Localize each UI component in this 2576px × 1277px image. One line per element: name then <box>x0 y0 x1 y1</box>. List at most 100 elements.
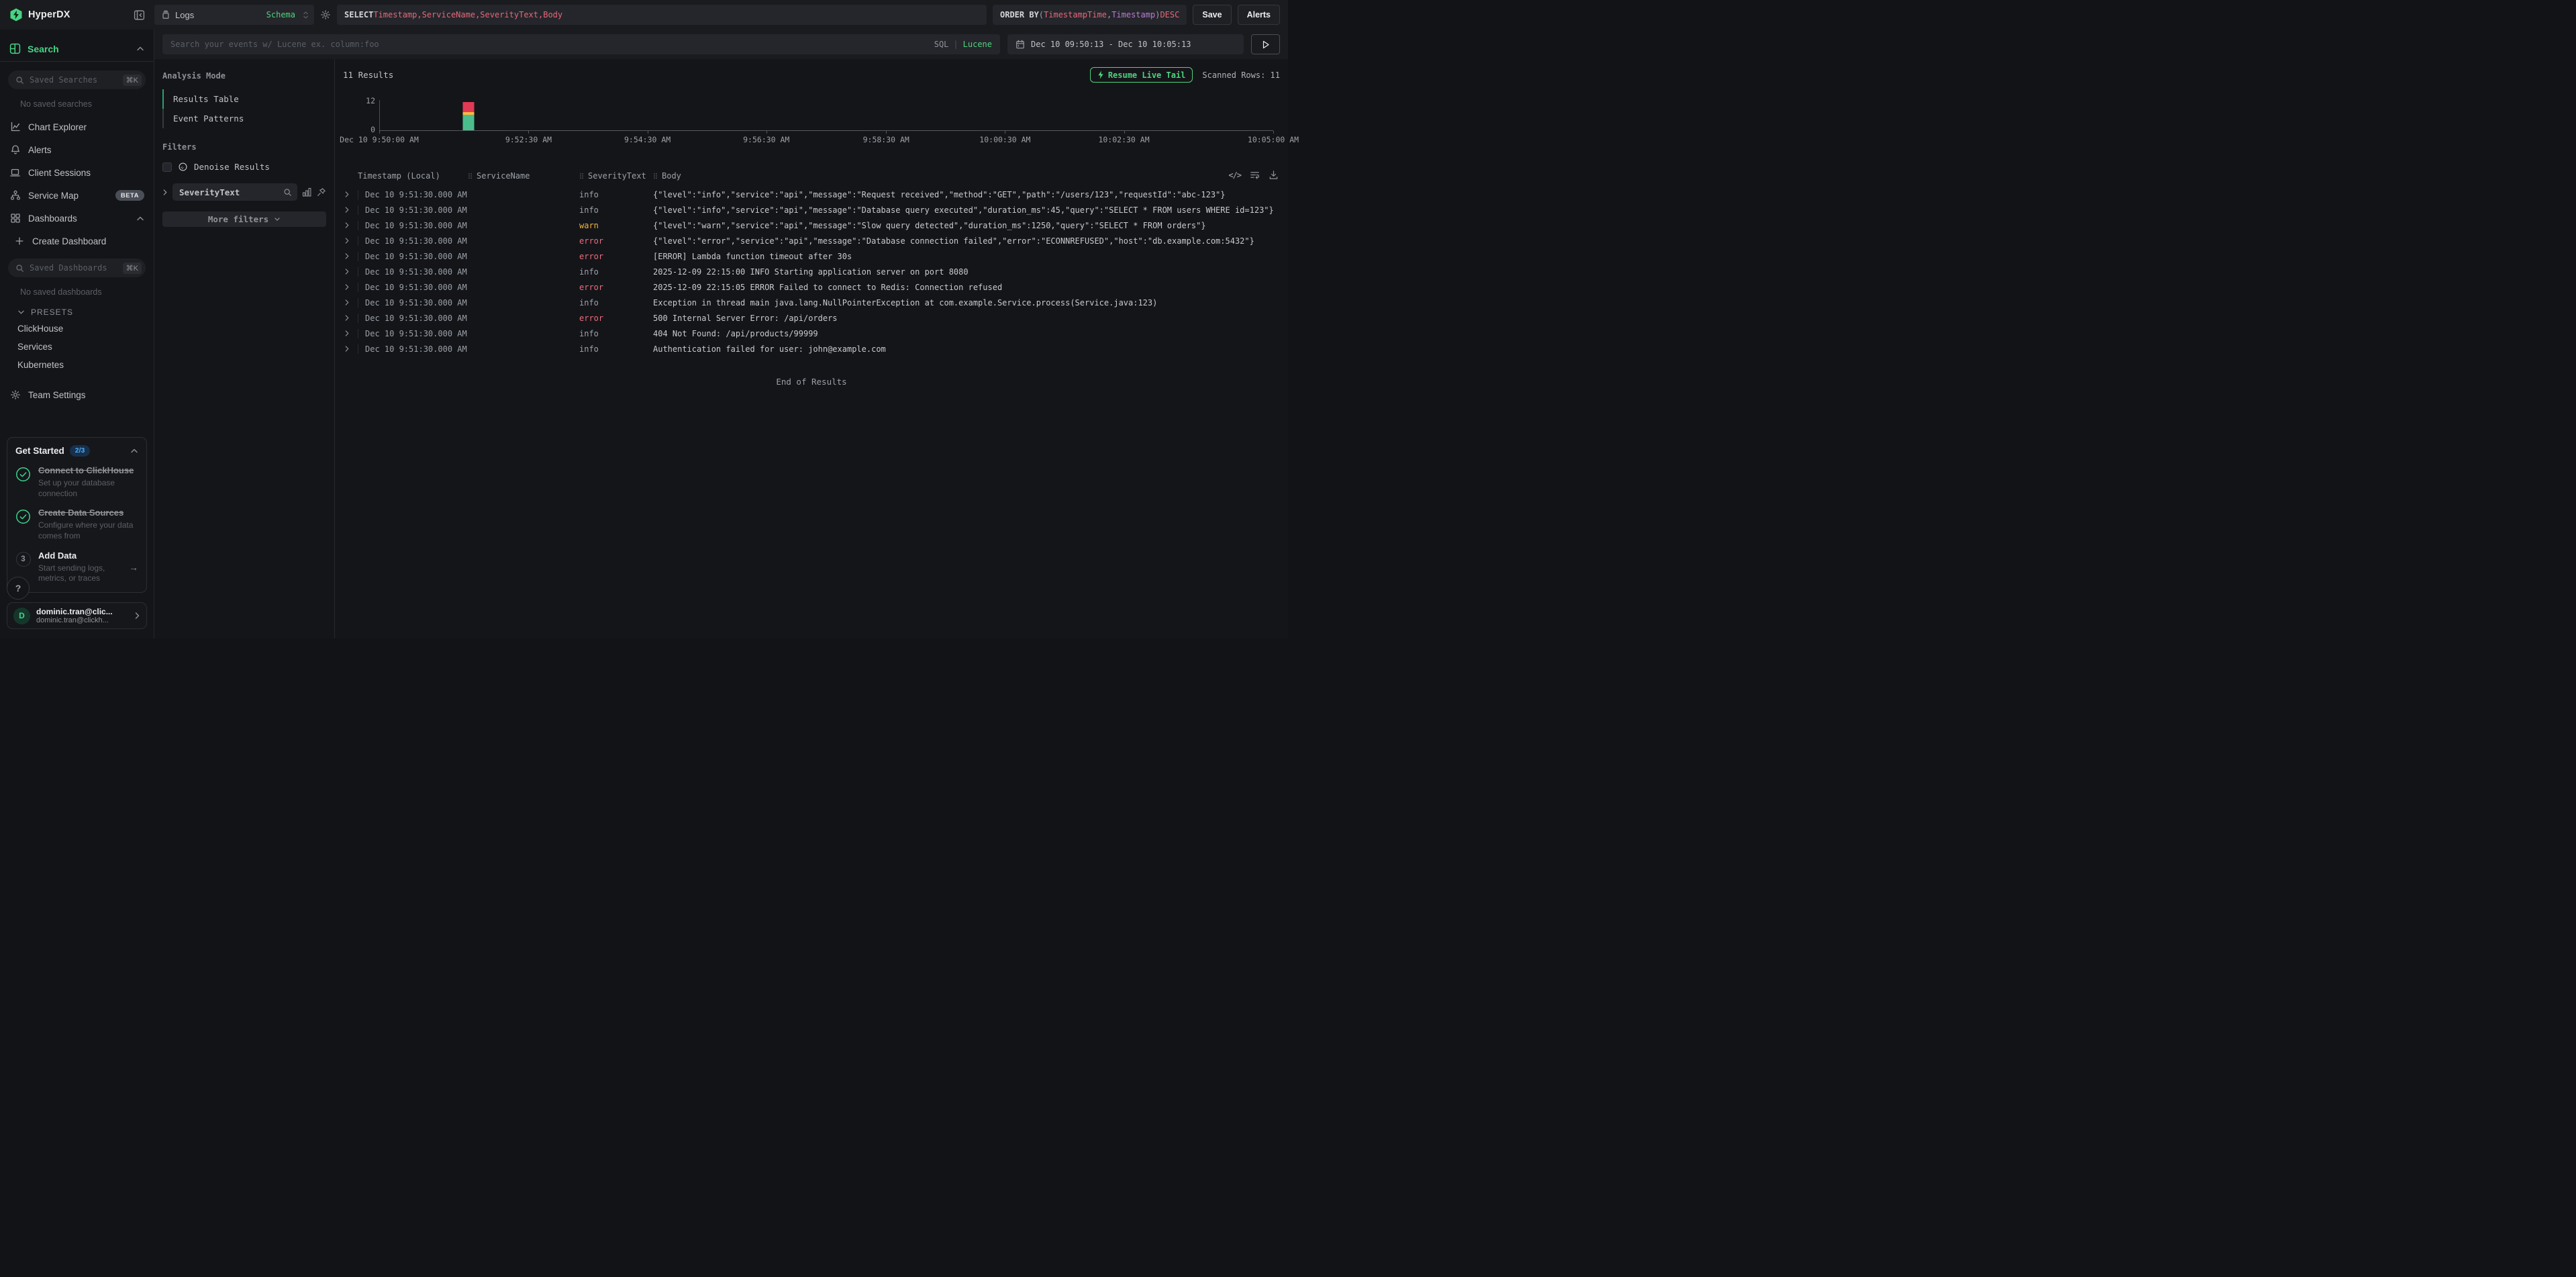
col-servicename[interactable]: ServiceName <box>468 171 579 181</box>
expand-row-icon[interactable] <box>343 252 358 260</box>
get-started-step-add-data[interactable]: 3Add DataStart sending logs, metrics, or… <box>15 551 138 584</box>
histogram-bar[interactable] <box>463 99 475 130</box>
expand-row-icon[interactable] <box>343 314 358 322</box>
hyperdx-logo-icon <box>9 8 23 21</box>
cell-timestamp: Dec 10 9:51:30.000 AM <box>358 283 468 292</box>
preset-services[interactable]: Services <box>0 338 154 356</box>
expand-row-icon[interactable] <box>343 268 358 275</box>
table-row[interactable]: Dec 10 9:51:30.000 AMerror500 Internal S… <box>343 310 1280 326</box>
sidebar-item-alerts[interactable]: Alerts <box>0 138 154 161</box>
table-row[interactable]: Dec 10 9:51:30.000 AMinfoAuthentication … <box>343 341 1280 357</box>
tab-results-table[interactable]: Results Table <box>162 89 326 109</box>
step-desc: Set up your database connection <box>38 478 138 499</box>
source-select[interactable]: Logs Schema <box>154 5 314 25</box>
chevron-up-icon[interactable] <box>130 448 138 454</box>
table-row[interactable]: Dec 10 9:51:30.000 AMinfoException in th… <box>343 295 1280 310</box>
preset-kubernetes[interactable]: Kubernetes <box>0 356 154 374</box>
table-row[interactable]: Dec 10 9:51:30.000 AMerror{"level":"erro… <box>343 233 1280 248</box>
saved-searches-search[interactable]: ⌘K <box>8 70 146 89</box>
alerts-button[interactable]: Alerts <box>1238 5 1280 25</box>
select-query-input[interactable]: SELECT Timestamp,ServiceName,SeverityTex… <box>337 5 987 25</box>
lucene-mode-toggle[interactable]: Lucene <box>963 40 992 49</box>
order-by-input[interactable]: ORDER BY (TimestampTime, Timestamp) DESC <box>993 5 1187 25</box>
code-view-icon[interactable]: </> <box>1228 171 1241 180</box>
user-profile-card[interactable]: D dominic.tran@clic... dominic.tran@clic… <box>7 602 147 629</box>
cell-body: {"level":"info","service":"api","message… <box>653 190 1280 199</box>
help-button[interactable]: ? <box>7 577 30 600</box>
table-row[interactable]: Dec 10 9:51:30.000 AMinfo404 Not Found: … <box>343 326 1280 341</box>
table-row[interactable]: Dec 10 9:51:30.000 AMerror2025-12-09 22:… <box>343 279 1280 295</box>
run-query-button[interactable] <box>1251 34 1280 54</box>
sidebar-item-client-sessions[interactable]: Client Sessions <box>0 161 154 184</box>
get-started-step-create-data-sources[interactable]: Create Data SourcesConfigure where your … <box>15 508 138 541</box>
bar-chart-icon[interactable] <box>302 187 312 197</box>
presets-toggle[interactable]: PRESETS <box>0 298 154 320</box>
sidebar-item-dashboards[interactable]: Dashboards <box>0 207 154 230</box>
save-button[interactable]: Save <box>1193 5 1231 25</box>
event-search-input[interactable] <box>170 40 928 49</box>
table-row[interactable]: Dec 10 9:51:30.000 AMinfo{"level":"info"… <box>343 202 1280 218</box>
cell-timestamp: Dec 10 9:51:30.000 AM <box>358 252 468 261</box>
histogram-plot[interactable]: 120Dec 10 9:50:00 AM9:52:30 AM9:54:30 AM… <box>379 100 1273 131</box>
grip-icon[interactable] <box>579 173 584 179</box>
sidebar-item-create-dashboard[interactable]: Create Dashboard <box>0 230 154 252</box>
sidebar-item-service-map[interactable]: Service MapBETA <box>0 184 154 207</box>
search-board-icon <box>9 43 21 54</box>
table-row[interactable]: Dec 10 9:51:30.000 AMwarn{"level":"warn"… <box>343 218 1280 233</box>
results-count: 11 Results <box>343 70 393 80</box>
get-started-header[interactable]: Get Started 2/3 <box>15 445 138 457</box>
grip-icon[interactable] <box>468 173 473 179</box>
col-body[interactable]: Body <box>653 171 1206 181</box>
table-row[interactable]: Dec 10 9:51:30.000 AMerror[ERROR] Lambda… <box>343 248 1280 264</box>
search-row: SQL | Lucene Dec 10 09:50:13 - Dec 10 10… <box>154 30 1288 59</box>
expand-row-icon[interactable] <box>343 237 358 244</box>
expand-row-icon[interactable] <box>343 191 358 198</box>
chevron-up-icon[interactable] <box>136 216 144 222</box>
sidebar-item-chart-explorer[interactable]: Chart Explorer <box>0 115 154 138</box>
tab-event-patterns[interactable]: Event Patterns <box>162 109 326 128</box>
sql-mode-toggle[interactable]: SQL <box>934 40 949 49</box>
wrap-lines-icon[interactable] <box>1250 170 1260 180</box>
preset-clickhouse[interactable]: ClickHouse <box>0 320 154 338</box>
expand-row-icon[interactable] <box>343 330 358 337</box>
col-timestamp[interactable]: Timestamp (Local) <box>358 171 468 181</box>
chevron-right-icon[interactable] <box>162 189 168 196</box>
expand-row-icon[interactable] <box>343 345 358 352</box>
grip-icon[interactable] <box>653 173 658 179</box>
chevron-up-icon[interactable] <box>136 46 144 52</box>
denoise-results-row[interactable]: Denoise Results <box>162 162 326 172</box>
expand-row-icon[interactable] <box>343 299 358 306</box>
expand-row-icon[interactable] <box>343 206 358 214</box>
cell-timestamp: Dec 10 9:51:30.000 AM <box>358 314 468 323</box>
cell-timestamp: Dec 10 9:51:30.000 AM <box>358 236 468 246</box>
x-axis-label: 10:00:30 AM <box>979 135 1030 144</box>
saved-dashboards-input[interactable] <box>30 263 117 273</box>
search-icon[interactable] <box>283 188 292 197</box>
table-row[interactable]: Dec 10 9:51:30.000 AMinfo2025-12-09 22:1… <box>343 264 1280 279</box>
database-icon <box>161 10 170 19</box>
sidebar-item-team-settings[interactable]: Team Settings <box>0 383 154 406</box>
download-icon[interactable] <box>1269 170 1279 180</box>
saved-dashboards-search[interactable]: ⌘K <box>8 258 146 277</box>
table-row[interactable]: Dec 10 9:51:30.000 AMinfo{"level":"info"… <box>343 187 1280 202</box>
pin-icon[interactable] <box>317 187 326 197</box>
more-filters-button[interactable]: More filters <box>162 211 326 227</box>
filters-label: Filters <box>162 142 326 152</box>
time-range-picker[interactable]: Dec 10 09:50:13 - Dec 10 10:05:13 <box>1007 34 1244 54</box>
source-settings-gear-icon[interactable] <box>320 9 331 20</box>
results-histogram: 120Dec 10 9:50:00 AM9:52:30 AM9:54:30 AM… <box>343 100 1280 152</box>
search-icon <box>15 264 24 273</box>
resume-live-tail-button[interactable]: Resume Live Tail <box>1090 67 1193 83</box>
expand-row-icon[interactable] <box>343 283 358 291</box>
severitytext-filter[interactable]: SeverityText <box>172 183 297 201</box>
get-started-step-connect-to-clickhouse[interactable]: Connect to ClickHouseSet up your databas… <box>15 465 138 499</box>
expand-row-icon[interactable] <box>343 222 358 229</box>
chart-explorer-icon <box>9 122 21 132</box>
sidebar-section-search[interactable]: Search <box>0 30 154 61</box>
saved-searches-input[interactable] <box>30 75 117 85</box>
bar-segment-info[interactable] <box>463 115 475 130</box>
col-severitytext[interactable]: SeverityText <box>579 171 653 181</box>
bar-segment-error[interactable] <box>463 102 475 112</box>
collapse-sidebar-icon[interactable] <box>134 9 145 21</box>
denoise-checkbox[interactable] <box>162 162 172 172</box>
